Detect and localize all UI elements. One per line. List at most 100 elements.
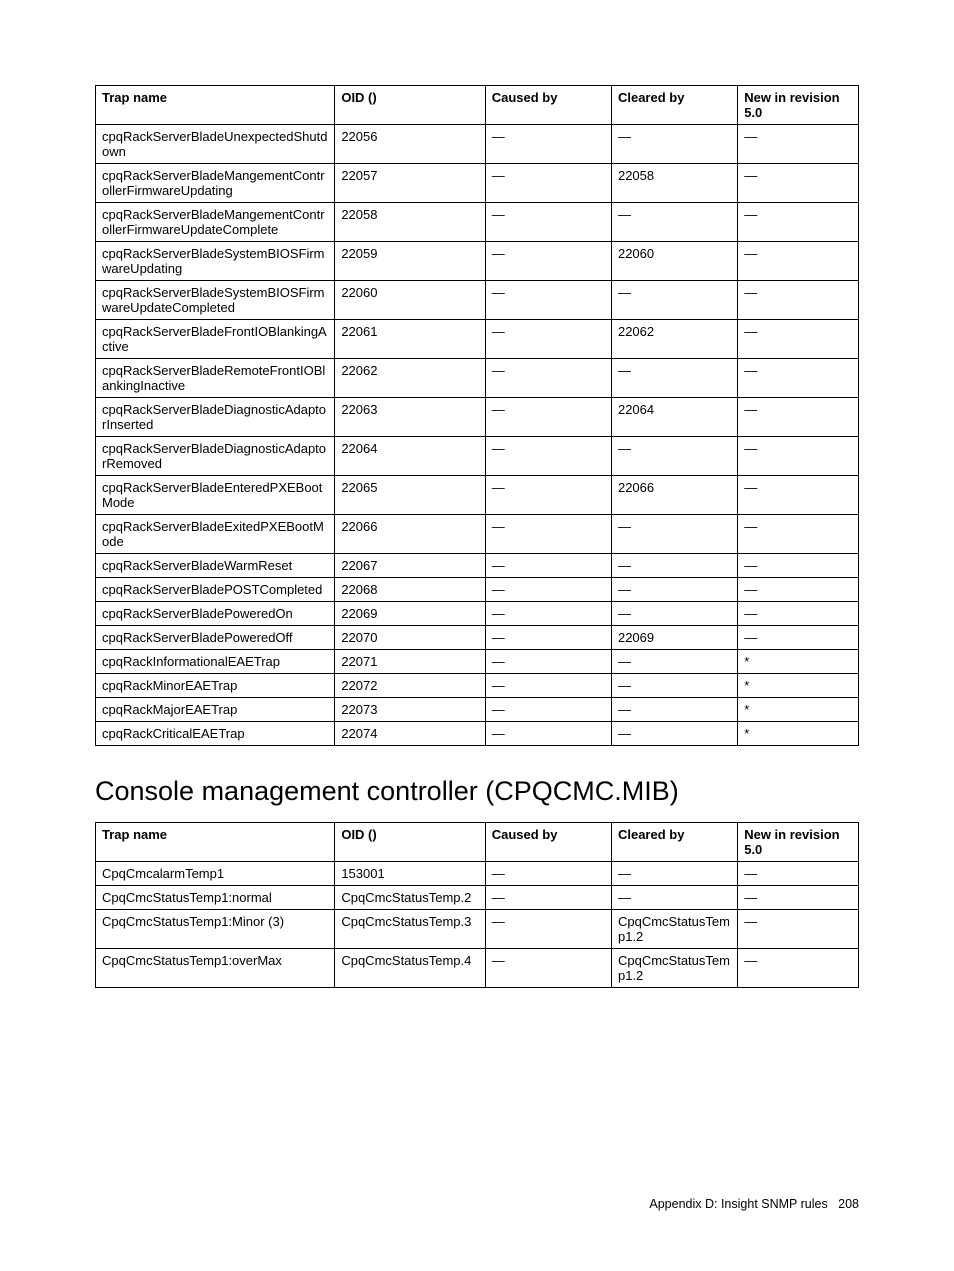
cell-cleared: — — [611, 674, 737, 698]
cell-new: — — [738, 437, 859, 476]
cell-cleared: — — [611, 698, 737, 722]
cell-oid: 22069 — [335, 602, 485, 626]
cell-new: * — [738, 722, 859, 746]
cell-new: — — [738, 949, 859, 988]
cell-trap: cpqRackServerBladeSystemBIOSFirmwareUpda… — [96, 281, 335, 320]
cell-new: — — [738, 578, 859, 602]
cell-new: — — [738, 359, 859, 398]
footer-text: Appendix D: Insight SNMP rules — [649, 1197, 827, 1211]
cell-caused: — — [485, 886, 611, 910]
cell-caused: — — [485, 626, 611, 650]
cell-cleared: — — [611, 722, 737, 746]
cell-trap: cpqRackServerBladePOSTCompleted — [96, 578, 335, 602]
cell-oid: 22073 — [335, 698, 485, 722]
table-header-row: Trap name OID () Caused by Cleared by Ne… — [96, 86, 859, 125]
cell-trap: CpqCmcalarmTemp1 — [96, 862, 335, 886]
cell-oid: 22059 — [335, 242, 485, 281]
cell-trap: CpqCmcStatusTemp1:overMax — [96, 949, 335, 988]
cell-oid: 22070 — [335, 626, 485, 650]
cell-cleared: — — [611, 602, 737, 626]
cell-oid: CpqCmcStatusTemp.2 — [335, 886, 485, 910]
cell-oid: 22061 — [335, 320, 485, 359]
cell-new: — — [738, 242, 859, 281]
cell-caused: — — [485, 698, 611, 722]
cell-trap: cpqRackServerBladePoweredOff — [96, 626, 335, 650]
table-row: cpqRackServerBladeSystemBIOSFirmwareUpda… — [96, 281, 859, 320]
cell-oid: 22067 — [335, 554, 485, 578]
cell-new: — — [738, 125, 859, 164]
cell-oid: 22066 — [335, 515, 485, 554]
cell-new: — — [738, 602, 859, 626]
cell-trap: cpqRackServerBladeSystemBIOSFirmwareUpda… — [96, 242, 335, 281]
cell-trap: cpqRackServerBladeDiagnosticAdaptorRemov… — [96, 437, 335, 476]
cell-caused: — — [485, 203, 611, 242]
cell-oid: 22057 — [335, 164, 485, 203]
table-row: CpqCmcalarmTemp1153001——— — [96, 862, 859, 886]
cell-cleared: — — [611, 886, 737, 910]
cell-cleared: — — [611, 359, 737, 398]
cell-trap: cpqRackMajorEAETrap — [96, 698, 335, 722]
cell-new: — — [738, 164, 859, 203]
cell-cleared: — — [611, 203, 737, 242]
table-row: cpqRackServerBladeMangementControllerFir… — [96, 203, 859, 242]
table-row: cpqRackServerBladeRemoteFrontIOBlankingI… — [96, 359, 859, 398]
cell-new: — — [738, 515, 859, 554]
cell-caused: — — [485, 554, 611, 578]
cell-oid: 22056 — [335, 125, 485, 164]
cell-new: — — [738, 886, 859, 910]
cell-caused: — — [485, 437, 611, 476]
header-caused-by: Caused by — [485, 823, 611, 862]
cell-oid: 22062 — [335, 359, 485, 398]
cell-trap: cpqRackCriticalEAETrap — [96, 722, 335, 746]
table-row: cpqRackMajorEAETrap22073——* — [96, 698, 859, 722]
table-row: cpqRackServerBladeFrontIOBlankingActive2… — [96, 320, 859, 359]
cell-caused: — — [485, 862, 611, 886]
header-oid: OID () — [335, 86, 485, 125]
cell-new: * — [738, 674, 859, 698]
table-row: cpqRackServerBladeWarmReset22067——— — [96, 554, 859, 578]
cell-caused: — — [485, 722, 611, 746]
cell-oid: 22064 — [335, 437, 485, 476]
cell-cleared: 22069 — [611, 626, 737, 650]
cell-oid: 22072 — [335, 674, 485, 698]
cell-cleared: — — [611, 578, 737, 602]
cell-cleared: — — [611, 281, 737, 320]
cell-new: — — [738, 554, 859, 578]
cell-new: * — [738, 698, 859, 722]
cell-cleared: 22064 — [611, 398, 737, 437]
table-row: CpqCmcStatusTemp1:Minor (3)CpqCmcStatusT… — [96, 910, 859, 949]
cell-oid: 22063 — [335, 398, 485, 437]
cell-new: — — [738, 281, 859, 320]
document-page: Trap name OID () Caused by Cleared by Ne… — [0, 0, 954, 1271]
cell-caused: — — [485, 359, 611, 398]
cell-trap: cpqRackServerBladeDiagnosticAdaptorInser… — [96, 398, 335, 437]
cell-trap: cpqRackServerBladeWarmReset — [96, 554, 335, 578]
cell-new: * — [738, 650, 859, 674]
cell-oid: 22060 — [335, 281, 485, 320]
table-row: cpqRackServerBladeUnexpectedShutdown2205… — [96, 125, 859, 164]
cell-cleared: — — [611, 554, 737, 578]
header-trap-name: Trap name — [96, 823, 335, 862]
cell-oid: 22065 — [335, 476, 485, 515]
cell-trap: cpqRackMinorEAETrap — [96, 674, 335, 698]
cell-new: — — [738, 320, 859, 359]
cell-caused: — — [485, 910, 611, 949]
cell-trap: cpqRackServerBladeExitedPXEBootMode — [96, 515, 335, 554]
cell-new: — — [738, 910, 859, 949]
table-row: cpqRackServerBladeMangementControllerFir… — [96, 164, 859, 203]
cell-caused: — — [485, 515, 611, 554]
cell-caused: — — [485, 949, 611, 988]
cell-oid: 153001 — [335, 862, 485, 886]
section-heading: Console management controller (CPQCMC.MI… — [95, 776, 859, 807]
cell-trap: cpqRackInformationalEAETrap — [96, 650, 335, 674]
cell-cleared: CpqCmcStatusTemp1.2 — [611, 910, 737, 949]
header-trap-name: Trap name — [96, 86, 335, 125]
cell-caused: — — [485, 242, 611, 281]
cell-trap: cpqRackServerBladePoweredOn — [96, 602, 335, 626]
table-row: cpqRackServerBladeDiagnosticAdaptorRemov… — [96, 437, 859, 476]
cell-oid: 22071 — [335, 650, 485, 674]
header-new-in: New in revision 5.0 — [738, 823, 859, 862]
header-cleared-by: Cleared by — [611, 823, 737, 862]
cell-new: — — [738, 476, 859, 515]
cell-oid: 22068 — [335, 578, 485, 602]
